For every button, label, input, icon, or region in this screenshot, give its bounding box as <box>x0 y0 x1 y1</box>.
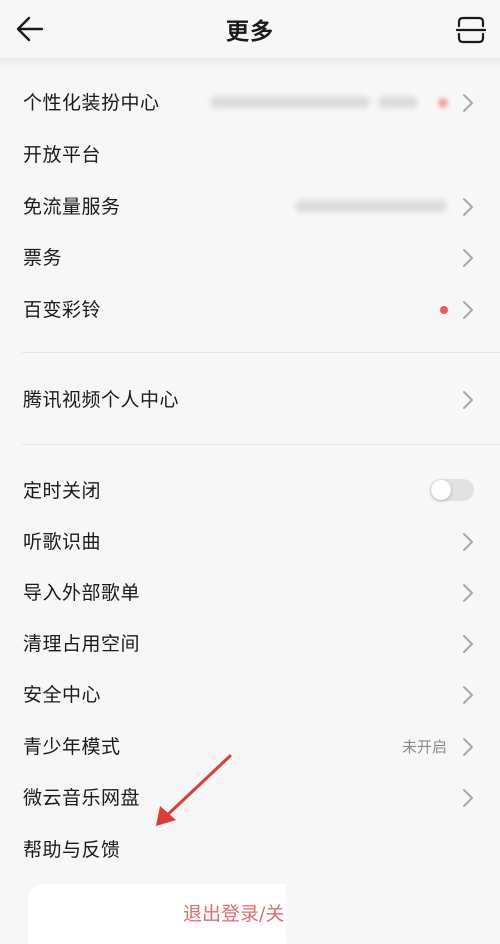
menu-item-label: 帮助与反馈 <box>23 839 121 861</box>
menu-item-label: 清理占用空间 <box>23 633 141 655</box>
menu-item-label: 安全中心 <box>23 684 102 706</box>
menu-item-tickets[interactable]: 票务 <box>0 232 500 283</box>
blurred-info <box>295 200 447 212</box>
menu-item-personalization[interactable]: 个性化装扮中心 <box>0 77 500 128</box>
menu-item-label: 青少年模式 <box>23 736 121 758</box>
chevron-right-icon <box>463 635 473 653</box>
menu-item-label: 定时关闭 <box>23 480 102 502</box>
logout-button[interactable]: 退出登录/关 <box>28 884 286 944</box>
menu-item-label: 票务 <box>23 247 63 269</box>
menu-item-weiyun-disk[interactable]: 微云音乐网盘 <box>0 772 500 823</box>
chevron-right-icon <box>463 198 473 216</box>
menu-item-sleep-timer[interactable]: 定时关闭 <box>0 465 500 516</box>
chevron-right-icon <box>463 391 473 409</box>
menu-item-tencent-video[interactable]: 腾讯视频个人中心 <box>0 374 500 425</box>
chevron-right-icon <box>463 738 473 756</box>
menu-item-teen-mode[interactable]: 青少年模式 未开启 <box>0 721 500 772</box>
chevron-right-icon <box>463 533 473 551</box>
menu-item-label: 个性化装扮中心 <box>23 92 160 114</box>
menu-item-import-playlist[interactable]: 导入外部歌单 <box>0 567 500 618</box>
chevron-right-icon <box>463 249 473 267</box>
menu-item-label: 百变彩铃 <box>23 299 102 321</box>
menu-item-security-center[interactable]: 安全中心 <box>0 669 500 720</box>
menu-item-label: 免流量服务 <box>23 196 121 218</box>
annotation-arrow-icon <box>156 754 232 826</box>
menu-item-ringtone[interactable]: 百变彩铃 <box>0 284 500 335</box>
menu-item-label: 腾讯视频个人中心 <box>23 389 180 411</box>
teen-mode-status: 未开启 <box>401 738 447 756</box>
chevron-right-icon <box>463 789 473 807</box>
menu-item-label: 微云音乐网盘 <box>23 787 141 809</box>
chevron-right-icon <box>463 584 473 602</box>
chevron-right-icon <box>463 686 473 704</box>
menu-item-label: 听歌识曲 <box>23 531 102 553</box>
scan-icon <box>455 16 487 44</box>
section-divider <box>22 352 500 353</box>
sleep-timer-toggle[interactable] <box>430 479 474 501</box>
scan-button[interactable] <box>454 13 488 47</box>
notification-dot <box>440 306 448 314</box>
logout-label: 退出登录/关 <box>183 903 285 925</box>
menu-item-label: 开放平台 <box>23 144 102 166</box>
notification-dot <box>438 98 448 108</box>
chevron-right-icon <box>463 94 473 112</box>
menu-item-free-data[interactable]: 免流量服务 <box>0 181 500 232</box>
menu-item-clear-storage[interactable]: 清理占用空间 <box>0 618 500 669</box>
menu-item-open-platform[interactable]: 开放平台 <box>0 129 500 180</box>
top-bar: 更多 <box>0 0 500 60</box>
blurred-info <box>210 96 370 108</box>
chevron-right-icon <box>463 301 473 319</box>
menu-item-help-feedback[interactable]: 帮助与反馈 <box>0 824 500 875</box>
blurred-info <box>378 96 418 108</box>
toggle-knob <box>431 480 451 500</box>
page-title: 更多 <box>226 19 274 45</box>
header-shadow <box>0 58 500 72</box>
menu-item-label: 导入外部歌单 <box>23 582 141 604</box>
menu-item-song-recognition[interactable]: 听歌识曲 <box>0 516 500 567</box>
section-divider <box>22 444 500 445</box>
